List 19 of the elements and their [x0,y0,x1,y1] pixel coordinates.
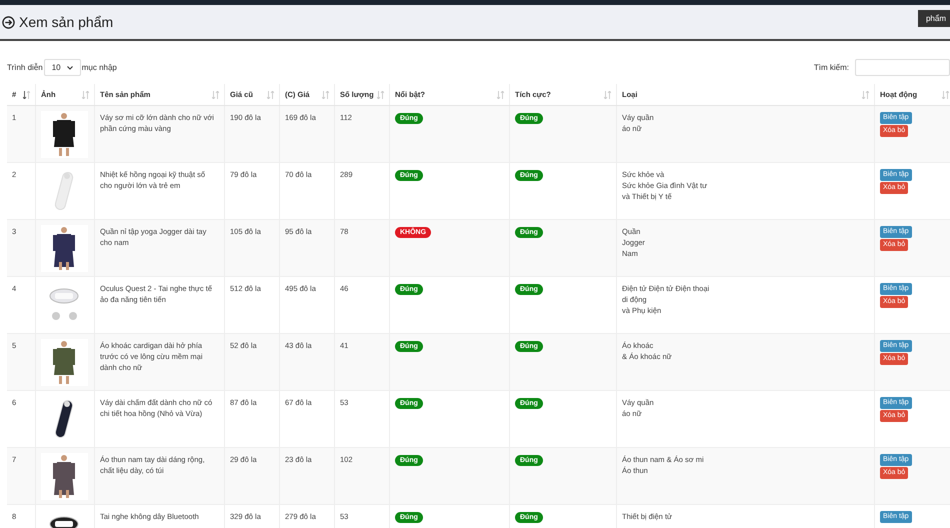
arrow-circle-icon [2,16,15,28]
sort-icon [23,90,30,98]
sort-icon [497,90,504,98]
add-product-button[interactable]: phẩm [918,10,950,27]
show-label: Trình diễn [7,62,43,74]
entries-label: mục nhập [82,62,117,74]
search-field[interactable] [855,59,950,76]
sort-icon [82,90,89,98]
entries-select[interactable]: 10 [44,59,81,76]
chevron-down-icon [66,66,73,70]
search-label: Tìm kiếm: [814,62,849,74]
sort-icon [377,90,384,98]
sort-icon [322,90,329,98]
sort-icon [212,90,219,98]
page-title: Xem sản phẩm [19,12,114,32]
sort-icon [862,90,869,98]
sort-icon [267,90,274,98]
sort-icon [604,90,611,98]
sort-icon [942,90,949,98]
